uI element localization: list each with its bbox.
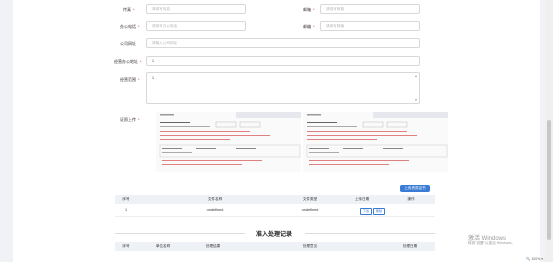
fax-input[interactable]: 请填写传真	[146, 4, 246, 14]
office-phone-input[interactable]: 请填写办公电话	[146, 21, 246, 31]
row-file-type: undefined	[301, 208, 319, 212]
history-col-opinion: 处理意见	[302, 244, 318, 248]
files-col-date: 上传日期	[354, 197, 370, 201]
scrollbar-thumb[interactable]	[547, 120, 551, 240]
history-table-header: 序号 单位名称 处理结果 处理意见 处理日期	[115, 242, 435, 251]
section-divider-right	[305, 233, 435, 234]
certificate-image[interactable]	[156, 112, 301, 172]
row-file-name: undefined	[206, 208, 224, 212]
zip-label: 邮编 *	[303, 24, 315, 29]
address-input[interactable]: 1	[146, 56, 420, 66]
files-col-name: 文件名称	[207, 197, 223, 201]
section-divider-left	[115, 233, 245, 234]
email-label: 邮箱 *	[303, 7, 315, 12]
scope-label: 经营范围 *	[120, 77, 140, 82]
website-input[interactable]: 请输入公司网址	[146, 38, 420, 48]
files-col-actions: 操作	[407, 197, 415, 201]
office-phone-label: 办公电话 *	[120, 24, 140, 29]
page-scrollbar[interactable]	[545, 0, 553, 262]
scroll-down-icon[interactable]: ▼	[414, 98, 418, 102]
zoom-value: 100%	[531, 257, 541, 261]
upload-certificate-button[interactable]: 上传资质证书	[400, 185, 430, 192]
zoom-level[interactable]: 🔍 100% ▾	[526, 257, 543, 261]
row-index: 1	[124, 208, 128, 212]
history-col-unit: 单位名称	[155, 244, 171, 248]
scope-textarea[interactable]: 1 ▲ ▼	[146, 72, 420, 104]
website-label: 公司网址	[120, 41, 136, 46]
windows-activation-hint: 转到"设置"以激活 Windows。	[468, 241, 515, 245]
table-row: 1 undefined undefined 下载 删除	[115, 206, 435, 217]
cert-label: 证照上传 *	[120, 117, 140, 122]
history-col-index: 序号	[122, 244, 130, 248]
certificate-scan-icon	[303, 112, 448, 172]
history-title: 准入处理记录	[256, 232, 293, 238]
form-panel: 传真 * 请填写传真 邮箱 * 请填写邮箱 办公电话 * 请填写办公电话 邮编 * 请填…	[13, 0, 540, 262]
address-label: 经营办公地址 *	[114, 59, 142, 64]
email-input[interactable]: 请填写邮箱	[320, 4, 420, 14]
history-col-date: 处理日期	[402, 244, 418, 248]
scope-value: 1	[152, 76, 154, 80]
scroll-up-icon[interactable]: ▲	[414, 74, 418, 78]
history-col-result: 处理结果	[205, 244, 221, 248]
download-button[interactable]: 下载	[360, 208, 373, 215]
delete-button[interactable]: 删除	[373, 208, 386, 215]
certificate-image[interactable]	[303, 112, 448, 172]
fax-label: 传真 *	[123, 7, 135, 12]
zip-input[interactable]: 请填写邮编	[320, 21, 420, 31]
files-table-header: 序号 文件名称 文件类型 上传日期 操作	[115, 195, 435, 204]
certificate-scan-icon	[156, 112, 301, 172]
files-col-index: 序号	[122, 197, 130, 201]
files-col-type: 文件类型	[302, 197, 318, 201]
